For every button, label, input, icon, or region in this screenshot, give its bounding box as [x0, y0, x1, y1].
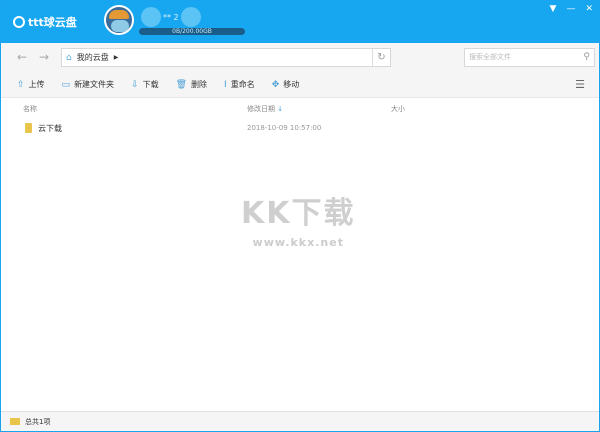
upload-button[interactable]: ⇧ 上传 [17, 79, 45, 90]
move-button[interactable]: ✥ 移动 [272, 79, 300, 90]
app-name: ttt球云盘 [28, 16, 77, 29]
minimize-button[interactable]: — [566, 4, 575, 14]
new-folder-button[interactable]: ▭ 新建文件夹 [62, 79, 115, 90]
column-name[interactable]: 名称 [23, 104, 37, 114]
back-button[interactable]: ← [17, 50, 27, 64]
title-bar: ttt球云盘 ** 2 0B/200.00GB ▼ — ✕ [1, 1, 599, 43]
search-icon[interactable]: ⚲ [583, 49, 590, 66]
file-row[interactable]: 云下载 2018-10-09 10:57:00 [1, 122, 599, 134]
menu-dropdown-icon[interactable]: ▼ [550, 4, 557, 14]
sort-down-icon: ↓ [277, 105, 284, 113]
chevron-right-icon[interactable]: ▶ [114, 54, 119, 61]
delete-button[interactable]: 🗑︎ 删除 [176, 79, 207, 90]
text-cursor-icon: I [224, 79, 227, 90]
app-logo: ttt球云盘 [13, 14, 77, 30]
logo-icon [13, 16, 25, 28]
close-button[interactable]: ✕ [585, 4, 593, 14]
column-size[interactable]: 大小 [391, 104, 405, 114]
nav-bar: ← → ⌂ 我的云盘 ▶ ↻ 搜索全部文件 ⚲ [1, 43, 599, 72]
column-date[interactable]: 修改日期 ↓ [247, 104, 283, 114]
folder-icon [10, 418, 20, 425]
address-bar[interactable]: ⌂ 我的云盘 ▶ ↻ [61, 48, 391, 67]
folder-icon: ▭ [61, 79, 71, 90]
home-icon[interactable]: ⌂ [66, 53, 72, 63]
toolbar: ⇧ 上传 ▭ 新建文件夹 ⇩ 下载 🗑︎ 删除 I 重命名 ✥ 移动 ☰ [1, 72, 599, 98]
item-count: 总共1项 [25, 417, 51, 426]
username: ** 2 [141, 7, 201, 27]
move-icon: ✥ [271, 79, 280, 90]
search-input[interactable]: 搜索全部文件 ⚲ [464, 48, 595, 67]
upload-icon: ⇧ [17, 79, 25, 90]
list-view-icon[interactable]: ☰ [575, 78, 585, 91]
breadcrumb-my-cloud[interactable]: 我的云盘 [77, 52, 109, 63]
folder-icon [25, 123, 32, 133]
forward-button[interactable]: → [39, 50, 49, 64]
refresh-button[interactable]: ↻ [372, 49, 390, 66]
status-bar: 总共1项 [1, 411, 599, 431]
quota-bar: 0B/200.00GB [139, 28, 245, 35]
download-button[interactable]: ⇩ 下载 [131, 79, 159, 90]
file-name[interactable]: 云下载 [38, 123, 62, 134]
rename-button[interactable]: I 重命名 [224, 79, 255, 90]
file-date: 2018-10-09 10:57:00 [247, 124, 322, 132]
trash-icon: 🗑︎ [175, 79, 188, 90]
download-icon: ⇩ [131, 79, 139, 90]
watermark: KK下载 www.kkx.net [241, 196, 356, 249]
avatar[interactable] [104, 5, 134, 35]
app-window: ttt球云盘 ** 2 0B/200.00GB ▼ — ✕ ← → ⌂ 我的云盘 ▶… [0, 0, 600, 432]
